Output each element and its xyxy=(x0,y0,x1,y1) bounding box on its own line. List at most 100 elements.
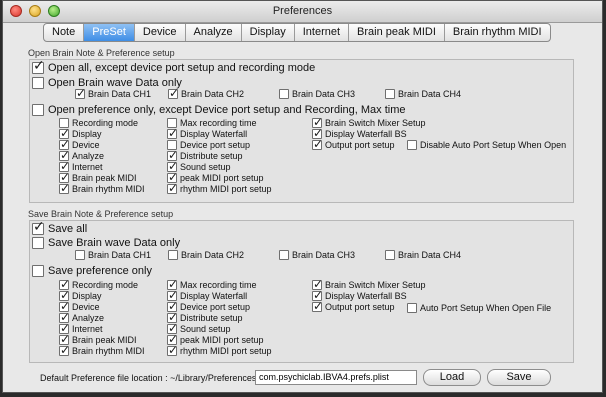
open-ch4-checkbox[interactable]: Brain Data CH4 xyxy=(385,89,461,99)
open-col1-checkbox[interactable]: Brain peak MIDI xyxy=(59,170,137,184)
tab-preset[interactable]: PreSet xyxy=(84,24,135,41)
open-col2-label: Device port setup xyxy=(180,140,251,150)
save-ch1-box[interactable] xyxy=(75,250,85,260)
save-auto-port-checkbox[interactable]: Auto Port Setup When Open File xyxy=(407,303,551,313)
open-col3-box[interactable] xyxy=(312,137,323,151)
preferences-window: Preferences Note PreSet Device Analyze D… xyxy=(2,0,603,393)
open-ch4-label: Brain Data CH4 xyxy=(398,89,462,99)
tab-display[interactable]: Display xyxy=(242,24,295,41)
tab-device[interactable]: Device xyxy=(135,24,186,41)
save-col1-label: Internet xyxy=(72,324,103,334)
open-col1-checkbox[interactable]: Brain rhythm MIDI xyxy=(59,181,145,195)
open-pref-only-box[interactable] xyxy=(32,104,44,116)
save-ch2-box[interactable] xyxy=(168,250,178,260)
save-col2-checkbox[interactable]: peak MIDI port setup xyxy=(167,332,264,346)
save-col2-label: Distribute setup xyxy=(180,313,243,323)
save-col3-checkbox[interactable]: Brain Switch Mixer Setup xyxy=(312,277,426,291)
open-ch1-checkbox[interactable]: Brain Data CH1 xyxy=(75,86,151,100)
open-col3-label: Output port setup xyxy=(325,140,395,150)
tab-analyze[interactable]: Analyze xyxy=(186,24,242,41)
open-col2-box[interactable] xyxy=(167,126,178,140)
open-col1-label: Brain rhythm MIDI xyxy=(72,184,145,194)
save-ch4-box[interactable] xyxy=(385,250,395,260)
open-col2-checkbox[interactable]: peak MIDI port setup xyxy=(167,170,264,184)
open-ch1-box[interactable] xyxy=(75,86,86,100)
open-auto-port-checkbox[interactable]: Disable Auto Port Setup When Open xyxy=(407,140,566,150)
save-col1-checkbox[interactable]: Recording mode xyxy=(59,277,138,291)
open-col2-checkbox[interactable]: rhythm MIDI port setup xyxy=(167,181,272,195)
save-col3-box[interactable] xyxy=(312,299,323,313)
open-col1-box[interactable] xyxy=(59,181,70,195)
save-col1-box[interactable] xyxy=(59,343,70,357)
save-col2-box[interactable] xyxy=(167,343,178,357)
open-all-label: Open all, except device port setup and r… xyxy=(48,62,316,74)
open-ch2-checkbox[interactable]: Brain Data CH2 xyxy=(168,86,245,100)
save-pref-only-checkbox[interactable]: Save preference only xyxy=(32,265,152,277)
open-auto-port-box[interactable] xyxy=(407,140,417,150)
tab-note[interactable]: Note xyxy=(44,24,85,41)
save-ch1-label: Brain Data CH1 xyxy=(88,250,152,260)
save-col1-label: Analyze xyxy=(72,313,105,323)
tab-brain-rhythm-midi[interactable]: Brain rhythm MIDI xyxy=(445,24,550,41)
save-ch4-checkbox[interactable]: Brain Data CH4 xyxy=(385,250,461,260)
open-col3-checkbox[interactable]: Display Waterfall BS xyxy=(312,126,407,140)
open-ch4-box[interactable] xyxy=(385,89,395,99)
save-ch3-checkbox[interactable]: Brain Data CH3 xyxy=(279,250,355,260)
save-col1-checkbox[interactable]: Brain peak MIDI xyxy=(59,332,137,346)
open-col2-checkbox[interactable]: Display Waterfall xyxy=(167,126,248,140)
save-auto-port-box[interactable] xyxy=(407,303,417,313)
tab-bar: Note PreSet Device Analyze Display Inter… xyxy=(43,23,551,42)
open-col2-box[interactable] xyxy=(167,181,178,195)
open-col3-checkbox[interactable]: Brain Switch Mixer Setup xyxy=(312,115,426,129)
save-ch3-box[interactable] xyxy=(279,250,289,260)
open-pref-only-checkbox[interactable]: Open preference only, except Device port… xyxy=(32,104,405,116)
save-col2-label: Sound setup xyxy=(180,324,231,334)
save-col2-checkbox[interactable]: Max recording time xyxy=(167,277,257,291)
pref-filename-field[interactable]: com.psychiclab.IBVA4.prefs.plist xyxy=(255,370,417,385)
open-col3-checkbox[interactable]: Output port setup xyxy=(312,137,395,151)
open-col2-label: Display Waterfall xyxy=(180,129,248,139)
save-col2-label: Display Waterfall xyxy=(180,291,248,301)
open-col1-checkbox[interactable]: Recording mode xyxy=(59,118,138,128)
save-col2-checkbox[interactable]: rhythm MIDI port setup xyxy=(167,343,272,357)
open-col2-label: Sound setup xyxy=(180,162,231,172)
open-all-checkbox[interactable]: Open all, except device port setup and r… xyxy=(32,58,316,74)
open-ch3-checkbox[interactable]: Brain Data CH3 xyxy=(279,89,355,99)
save-col2-checkbox[interactable]: Distribute setup xyxy=(167,310,243,324)
open-col2-checkbox[interactable]: Max recording time xyxy=(167,118,257,128)
save-auto-port-label: Auto Port Setup When Open File xyxy=(420,303,552,313)
save-col3-checkbox[interactable]: Output port setup xyxy=(312,299,395,313)
open-ch3-box[interactable] xyxy=(279,89,289,99)
save-col1-label: Display xyxy=(72,291,102,301)
open-ch2-label: Brain Data CH2 xyxy=(181,89,245,99)
open-ch2-box[interactable] xyxy=(168,86,179,100)
save-all-label: Save all xyxy=(48,223,88,235)
open-all-box[interactable] xyxy=(32,58,45,74)
pref-location-label: Default Preference file location : ~/Lib… xyxy=(40,373,259,383)
save-col2-checkbox[interactable]: Display Waterfall xyxy=(167,288,248,302)
save-all-box[interactable] xyxy=(32,219,45,235)
open-col2-label: rhythm MIDI port setup xyxy=(180,184,272,194)
tab-internet[interactable]: Internet xyxy=(295,24,350,41)
save-button[interactable]: Save xyxy=(487,369,551,386)
open-wave-only-box[interactable] xyxy=(32,77,44,89)
save-wave-only-box[interactable] xyxy=(32,237,44,249)
open-col1-label: Recording mode xyxy=(72,118,139,128)
save-wave-only-checkbox[interactable]: Save Brain wave Data only xyxy=(32,237,180,249)
load-button[interactable]: Load xyxy=(423,369,481,386)
open-col2-checkbox[interactable]: Device port setup xyxy=(167,140,250,150)
open-col2-checkbox[interactable]: Distribute setup xyxy=(167,148,243,162)
open-col1-label: Brain peak MIDI xyxy=(72,173,137,183)
save-pref-only-box[interactable] xyxy=(32,265,44,277)
save-col1-label: Brain rhythm MIDI xyxy=(72,346,145,356)
title-bar[interactable]: Preferences xyxy=(3,1,602,23)
save-col2-checkbox[interactable]: Device port setup xyxy=(167,299,250,313)
save-col1-checkbox[interactable]: Brain rhythm MIDI xyxy=(59,343,145,357)
save-ch1-checkbox[interactable]: Brain Data CH1 xyxy=(75,250,151,260)
save-all-checkbox[interactable]: Save all xyxy=(32,219,88,235)
tab-brain-peak-midi[interactable]: Brain peak MIDI xyxy=(349,24,445,41)
save-ch2-checkbox[interactable]: Brain Data CH2 xyxy=(168,250,244,260)
open-wave-only-label: Open Brain wave Data only xyxy=(48,77,182,89)
save-col3-checkbox[interactable]: Display Waterfall BS xyxy=(312,288,407,302)
open-wave-only-checkbox[interactable]: Open Brain wave Data only xyxy=(32,77,182,89)
